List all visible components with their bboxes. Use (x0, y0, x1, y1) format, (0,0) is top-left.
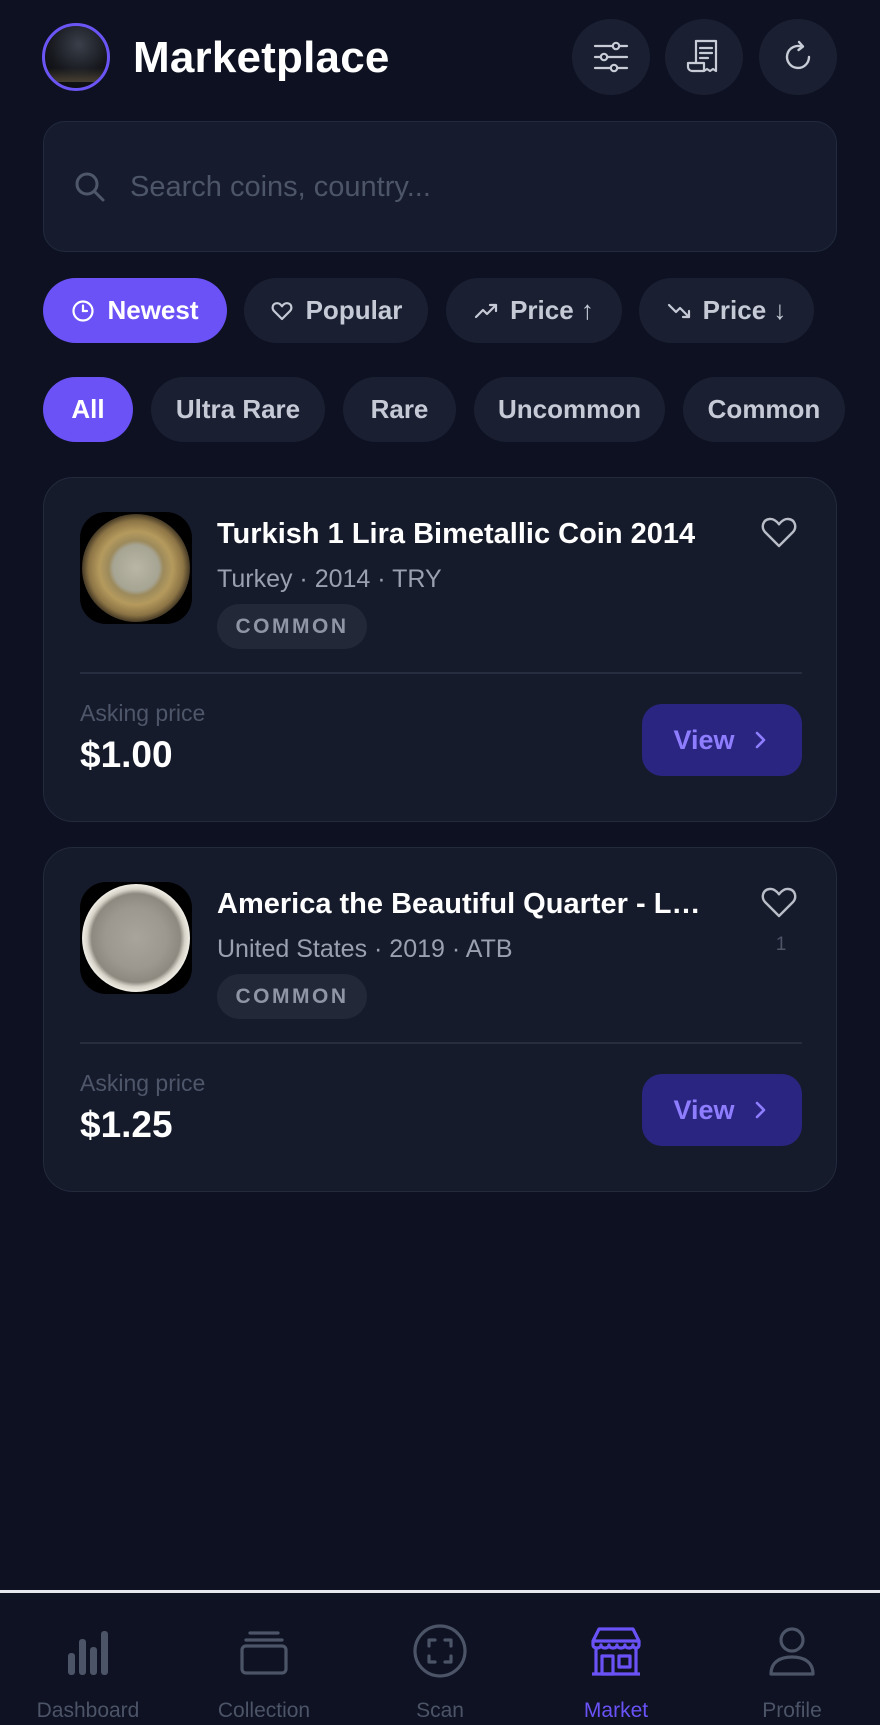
heart-icon (761, 887, 797, 918)
rarity-chip-rare[interactable]: Rare (343, 377, 456, 442)
receipt-icon (686, 39, 718, 73)
sort-chip-label: Price ↑ (510, 295, 594, 325)
nav-item-market[interactable]: Market (528, 1593, 704, 1725)
refresh-button[interactable] (759, 19, 837, 95)
nav-item-scan[interactable]: Scan (352, 1593, 528, 1725)
chevron-right-icon (755, 731, 765, 749)
scan-icon (413, 1624, 467, 1678)
price-label: Asking price (80, 1070, 206, 1096)
price-value: $1.00 (80, 734, 173, 775)
rarity-chip-all[interactable]: All (43, 377, 133, 442)
nav-label: Market (583, 1699, 649, 1722)
refresh-icon (785, 40, 811, 70)
search-input[interactable] (130, 156, 810, 218)
coin-title: America the Beautiful Quarter - Low... (217, 888, 717, 920)
coin-image (80, 882, 192, 994)
clock-icon (71, 299, 95, 323)
coin-image (80, 512, 192, 624)
heart-icon (761, 517, 797, 548)
sort-chip-popular[interactable]: Popular (244, 278, 428, 343)
nav-label: Collection (217, 1699, 311, 1722)
nav-label: Profile (762, 1699, 822, 1722)
favorite-count: 1 (775, 934, 787, 955)
page-title: Marketplace (133, 33, 390, 82)
coin-meta: United States · 2019 · ATB (217, 935, 513, 963)
rarity-badge: COMMON (217, 974, 367, 1019)
sort-chip-newest[interactable]: Newest (43, 278, 227, 343)
rarity-chip-label: Ultra Rare (175, 394, 301, 424)
bar-chart-icon (68, 1631, 108, 1675)
view-button-label: View (673, 1094, 735, 1125)
rarity-chip-label: All (71, 394, 105, 424)
filter-settings-button[interactable] (572, 19, 650, 95)
nav-item-collection[interactable]: Collection (176, 1593, 352, 1725)
trending-up-icon (474, 299, 498, 323)
search-bar[interactable] (43, 121, 837, 252)
search-icon (75, 172, 105, 202)
price-label: Asking price (80, 700, 206, 726)
listing-card[interactable]: Turkish 1 Lira Bimetallic Coin 2014 Turk… (43, 477, 837, 822)
divider (80, 672, 802, 674)
listing-card[interactable]: America the Beautiful Quarter - Low... U… (43, 847, 837, 1192)
app-header: Marketplace (0, 0, 880, 116)
marketplace-screen: Marketplace Search coins, country... New… (0, 0, 880, 1725)
favorite-button[interactable] (759, 512, 803, 556)
nav-label: Scan (416, 1699, 464, 1722)
heart-icon (270, 299, 294, 323)
coin-title: Turkish 1 Lira Bimetallic Coin 2014 (217, 518, 696, 550)
rarity-chip-label: Rare (370, 394, 429, 424)
avatar[interactable] (42, 23, 110, 91)
trending-down-icon (667, 299, 691, 323)
sort-chip-price-asc[interactable]: Price ↑ (446, 278, 622, 343)
chevron-right-icon (755, 1101, 765, 1119)
person-icon (769, 1627, 815, 1676)
rarity-chip-label: Uncommon (498, 394, 641, 424)
stack-icon (240, 1631, 288, 1675)
nav-item-profile[interactable]: Profile (704, 1593, 880, 1725)
rarity-chip-common[interactable]: Common (683, 377, 845, 442)
receipt-button[interactable] (665, 19, 743, 95)
rarity-chip-label: Common (707, 394, 821, 424)
sort-chip-label: Newest (107, 295, 199, 325)
price-value: $1.25 (80, 1104, 173, 1145)
sort-chip-price-desc[interactable]: Price ↓ (639, 278, 814, 343)
nav-item-dashboard[interactable]: Dashboard (0, 1593, 176, 1725)
bottom-nav: Dashboard Collection Scan Market Profile (0, 1590, 880, 1725)
view-button[interactable]: View (642, 1074, 802, 1146)
rarity-badge: COMMON (217, 604, 367, 649)
storefront-icon (591, 1627, 641, 1676)
sort-chip-label: Price ↓ (702, 295, 787, 325)
nav-label: Dashboard (36, 1699, 140, 1722)
view-button-label: View (673, 724, 735, 755)
coin-meta: Turkey · 2014 · TRY (217, 565, 442, 593)
rarity-chip-ultra-rare[interactable]: Ultra Rare (151, 377, 325, 442)
filter-settings-icon (593, 41, 629, 73)
favorite-button[interactable] (759, 882, 803, 926)
sort-chip-label: Popular (305, 295, 403, 325)
view-button[interactable]: View (642, 704, 802, 776)
rarity-chip-uncommon[interactable]: Uncommon (474, 377, 665, 442)
divider (80, 1042, 802, 1044)
